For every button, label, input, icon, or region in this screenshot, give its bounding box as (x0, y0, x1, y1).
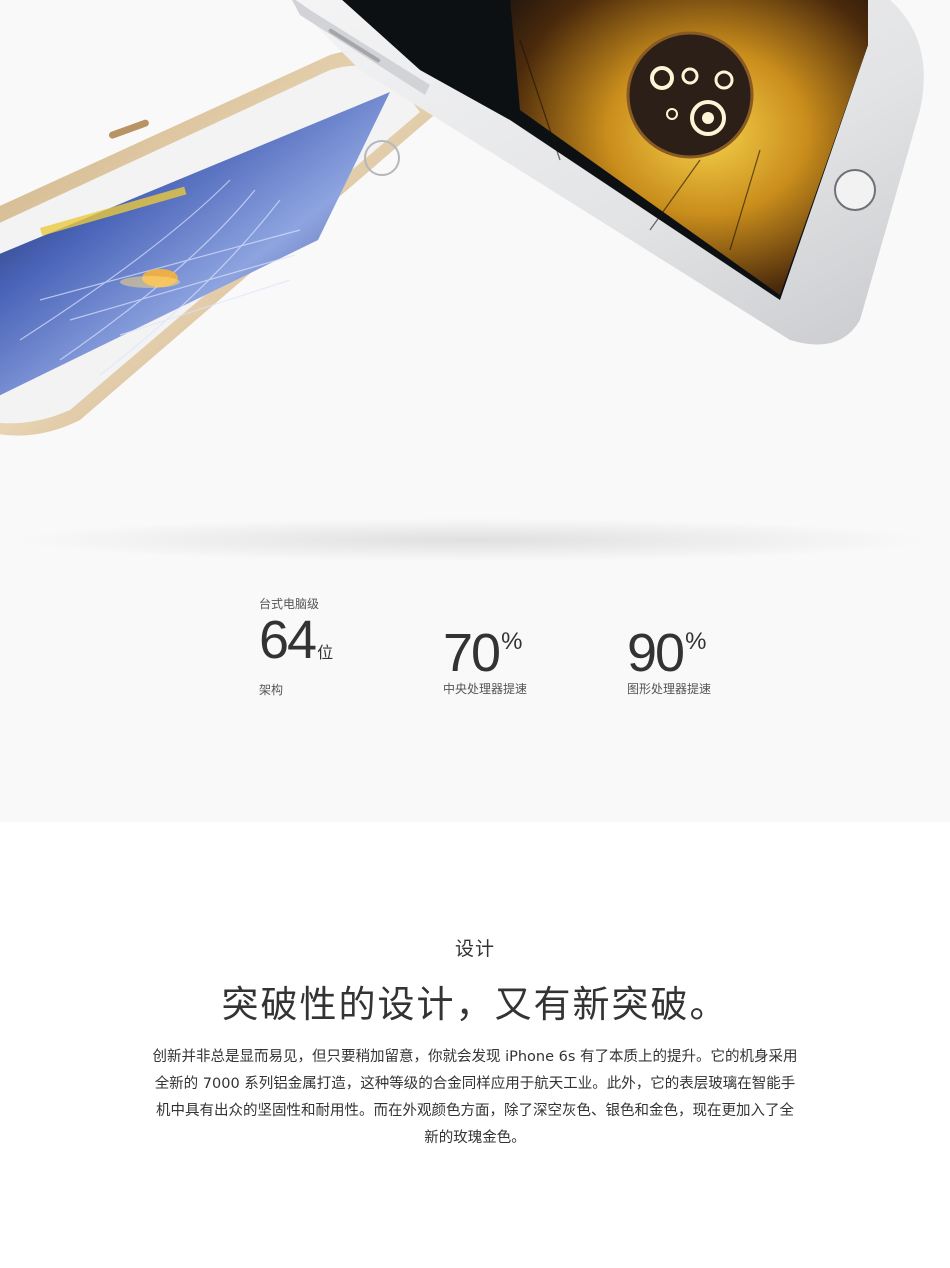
section-headline: 突破性的设计，又有新突破。 (221, 983, 729, 1026)
stat-gpu: 90% 图形处理器提速 (627, 614, 711, 697)
design-section: 设计 突破性的设计，又有新突破。 创新并非总是显而易见，但只要稍加留意，你就会发… (0, 822, 950, 1268)
section-eyebrow: 设计 (454, 938, 495, 960)
stat-caption: 图形处理器提速 (627, 682, 712, 696)
stat-caption: 中央处理器提速 (443, 682, 528, 696)
stat-unit: % (501, 628, 522, 655)
stat-value: 90 (627, 623, 685, 683)
stat-unit: 位 (317, 645, 333, 662)
stat-caption: 架构 (259, 683, 284, 697)
hero-section: 台式电脑级 64 位 架构 70% 中央处理器提速 90% 图形处理器提速 (0, 0, 950, 822)
silver-phone (290, 0, 924, 345)
hero-phones-image (0, 0, 924, 436)
stat-64bit: 台式电脑级 64 位 架构 (259, 596, 333, 698)
gold-phone (0, 50, 440, 436)
section-body: 创新并非总是显而易见，但只要稍加留意，你就会发现 iPhone 6s 有了本质上… (152, 1049, 798, 1146)
stat-unit: % (685, 628, 706, 655)
stat-value: 70 (443, 623, 501, 683)
floor-shadow (0, 510, 950, 570)
stat-value: 64 (259, 610, 317, 670)
stat-cpu: 70% 中央处理器提速 (443, 614, 527, 697)
